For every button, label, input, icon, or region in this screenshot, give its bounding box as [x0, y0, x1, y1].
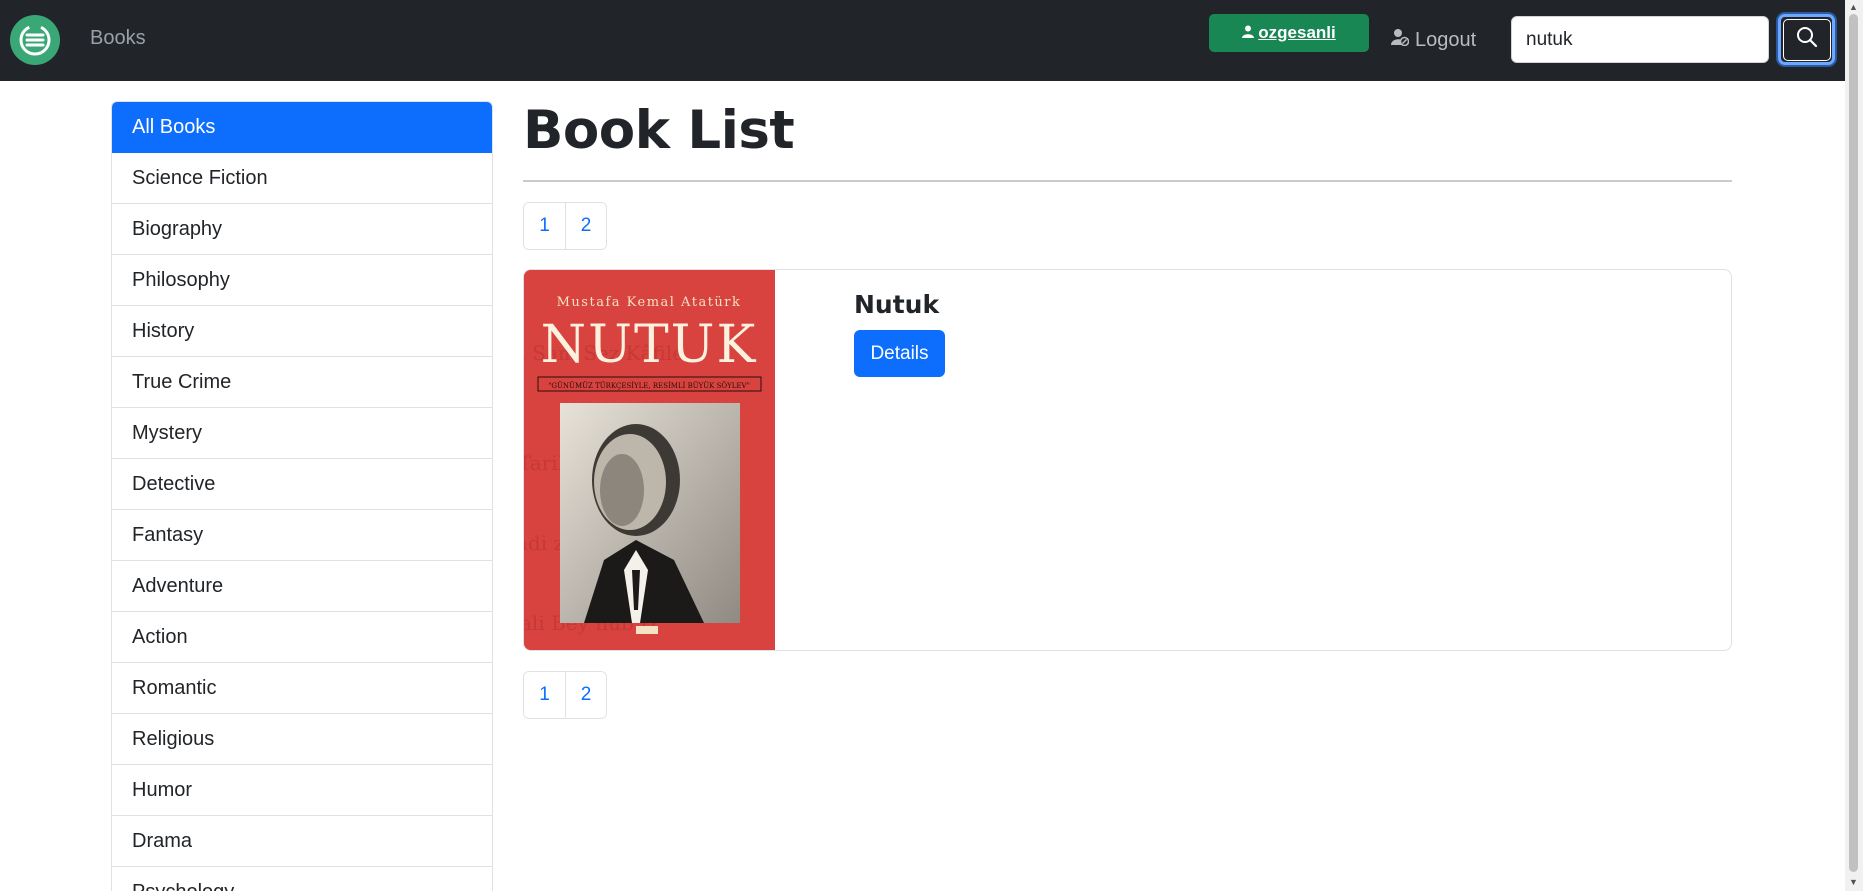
page-link-1[interactable]: 1 — [524, 203, 565, 249]
cover-subtitle-text: "GÜNÜMÜZ TÜRKÇESİYLE, RESİMLİ BÜYÜK SÖYL… — [548, 381, 750, 390]
page-link-2[interactable]: 2 — [565, 203, 606, 249]
sidebar-item-true-crime[interactable]: True Crime — [112, 357, 492, 408]
logout-link[interactable]: Logout — [1391, 26, 1476, 54]
cover-author-text: Mustafa Kemal Atatürk — [557, 295, 742, 310]
scroll-up-icon[interactable]: ▲ — [1849, 2, 1858, 12]
cover-title-text: NUTUK — [541, 315, 758, 375]
user-profile-button[interactable]: ozgesanli — [1209, 14, 1369, 52]
page-link-1[interactable]: 1 — [524, 672, 565, 718]
logout-label: Logout — [1415, 28, 1477, 51]
sidebar-item-adventure[interactable]: Adventure — [112, 561, 492, 612]
sidebar-item-philosophy[interactable]: Philosophy — [112, 255, 492, 306]
details-button[interactable]: Details — [854, 330, 945, 377]
sidebar-item-drama[interactable]: Drama — [112, 816, 492, 867]
scroll-down-icon[interactable]: ▼ — [1849, 877, 1858, 887]
pagination-top: 1 2 — [523, 202, 607, 250]
pagination-bottom: 1 2 — [523, 671, 607, 719]
nav-books-link[interactable]: Books — [90, 27, 146, 50]
page-title: Book List — [523, 100, 795, 161]
user-icon — [1242, 23, 1255, 43]
sidebar-item-psychology[interactable]: Psychology — [112, 867, 492, 891]
sidebar-item-humor[interactable]: Humor — [112, 765, 492, 816]
sidebar-item-science-fiction[interactable]: Science Fiction — [112, 153, 492, 204]
search-input[interactable] — [1511, 16, 1769, 63]
page-scrollbar[interactable]: ▲ ▼ — [1845, 0, 1863, 891]
sidebar-item-all-books[interactable]: All Books — [112, 102, 492, 153]
sidebar-item-fantasy[interactable]: Fantasy — [112, 510, 492, 561]
search-button[interactable] — [1778, 14, 1835, 65]
sidebar-item-biography[interactable]: Biography — [112, 204, 492, 255]
sidebar-item-romantic[interactable]: Romantic — [112, 663, 492, 714]
sidebar-item-religious[interactable]: Religious — [112, 714, 492, 765]
top-navbar: Books ozgesanli Logout — [0, 0, 1845, 81]
page-link-2[interactable]: 2 — [565, 672, 606, 718]
sidebar-item-history[interactable]: History — [112, 306, 492, 357]
brand-logo-icon[interactable] — [10, 15, 60, 65]
sidebar-item-action[interactable]: Action — [112, 612, 492, 663]
scroll-thumb[interactable] — [1849, 14, 1858, 872]
sidebar-item-mystery[interactable]: Mystery — [112, 408, 492, 459]
category-sidebar: All Books Science Fiction Biography Phil… — [111, 101, 493, 891]
user-logout-icon — [1391, 28, 1410, 52]
search-icon — [1796, 26, 1818, 53]
book-cover-image[interactable]: a Sam Sez Kâfile Tarih çok ya adi zam ku… — [524, 270, 775, 650]
book-title: Nutuk — [854, 290, 940, 319]
title-divider — [523, 180, 1732, 182]
username-label: ozgesanli — [1258, 23, 1336, 42]
sidebar-item-detective[interactable]: Detective — [112, 459, 492, 510]
book-card: a Sam Sez Kâfile Tarih çok ya adi zam ku… — [523, 269, 1732, 651]
